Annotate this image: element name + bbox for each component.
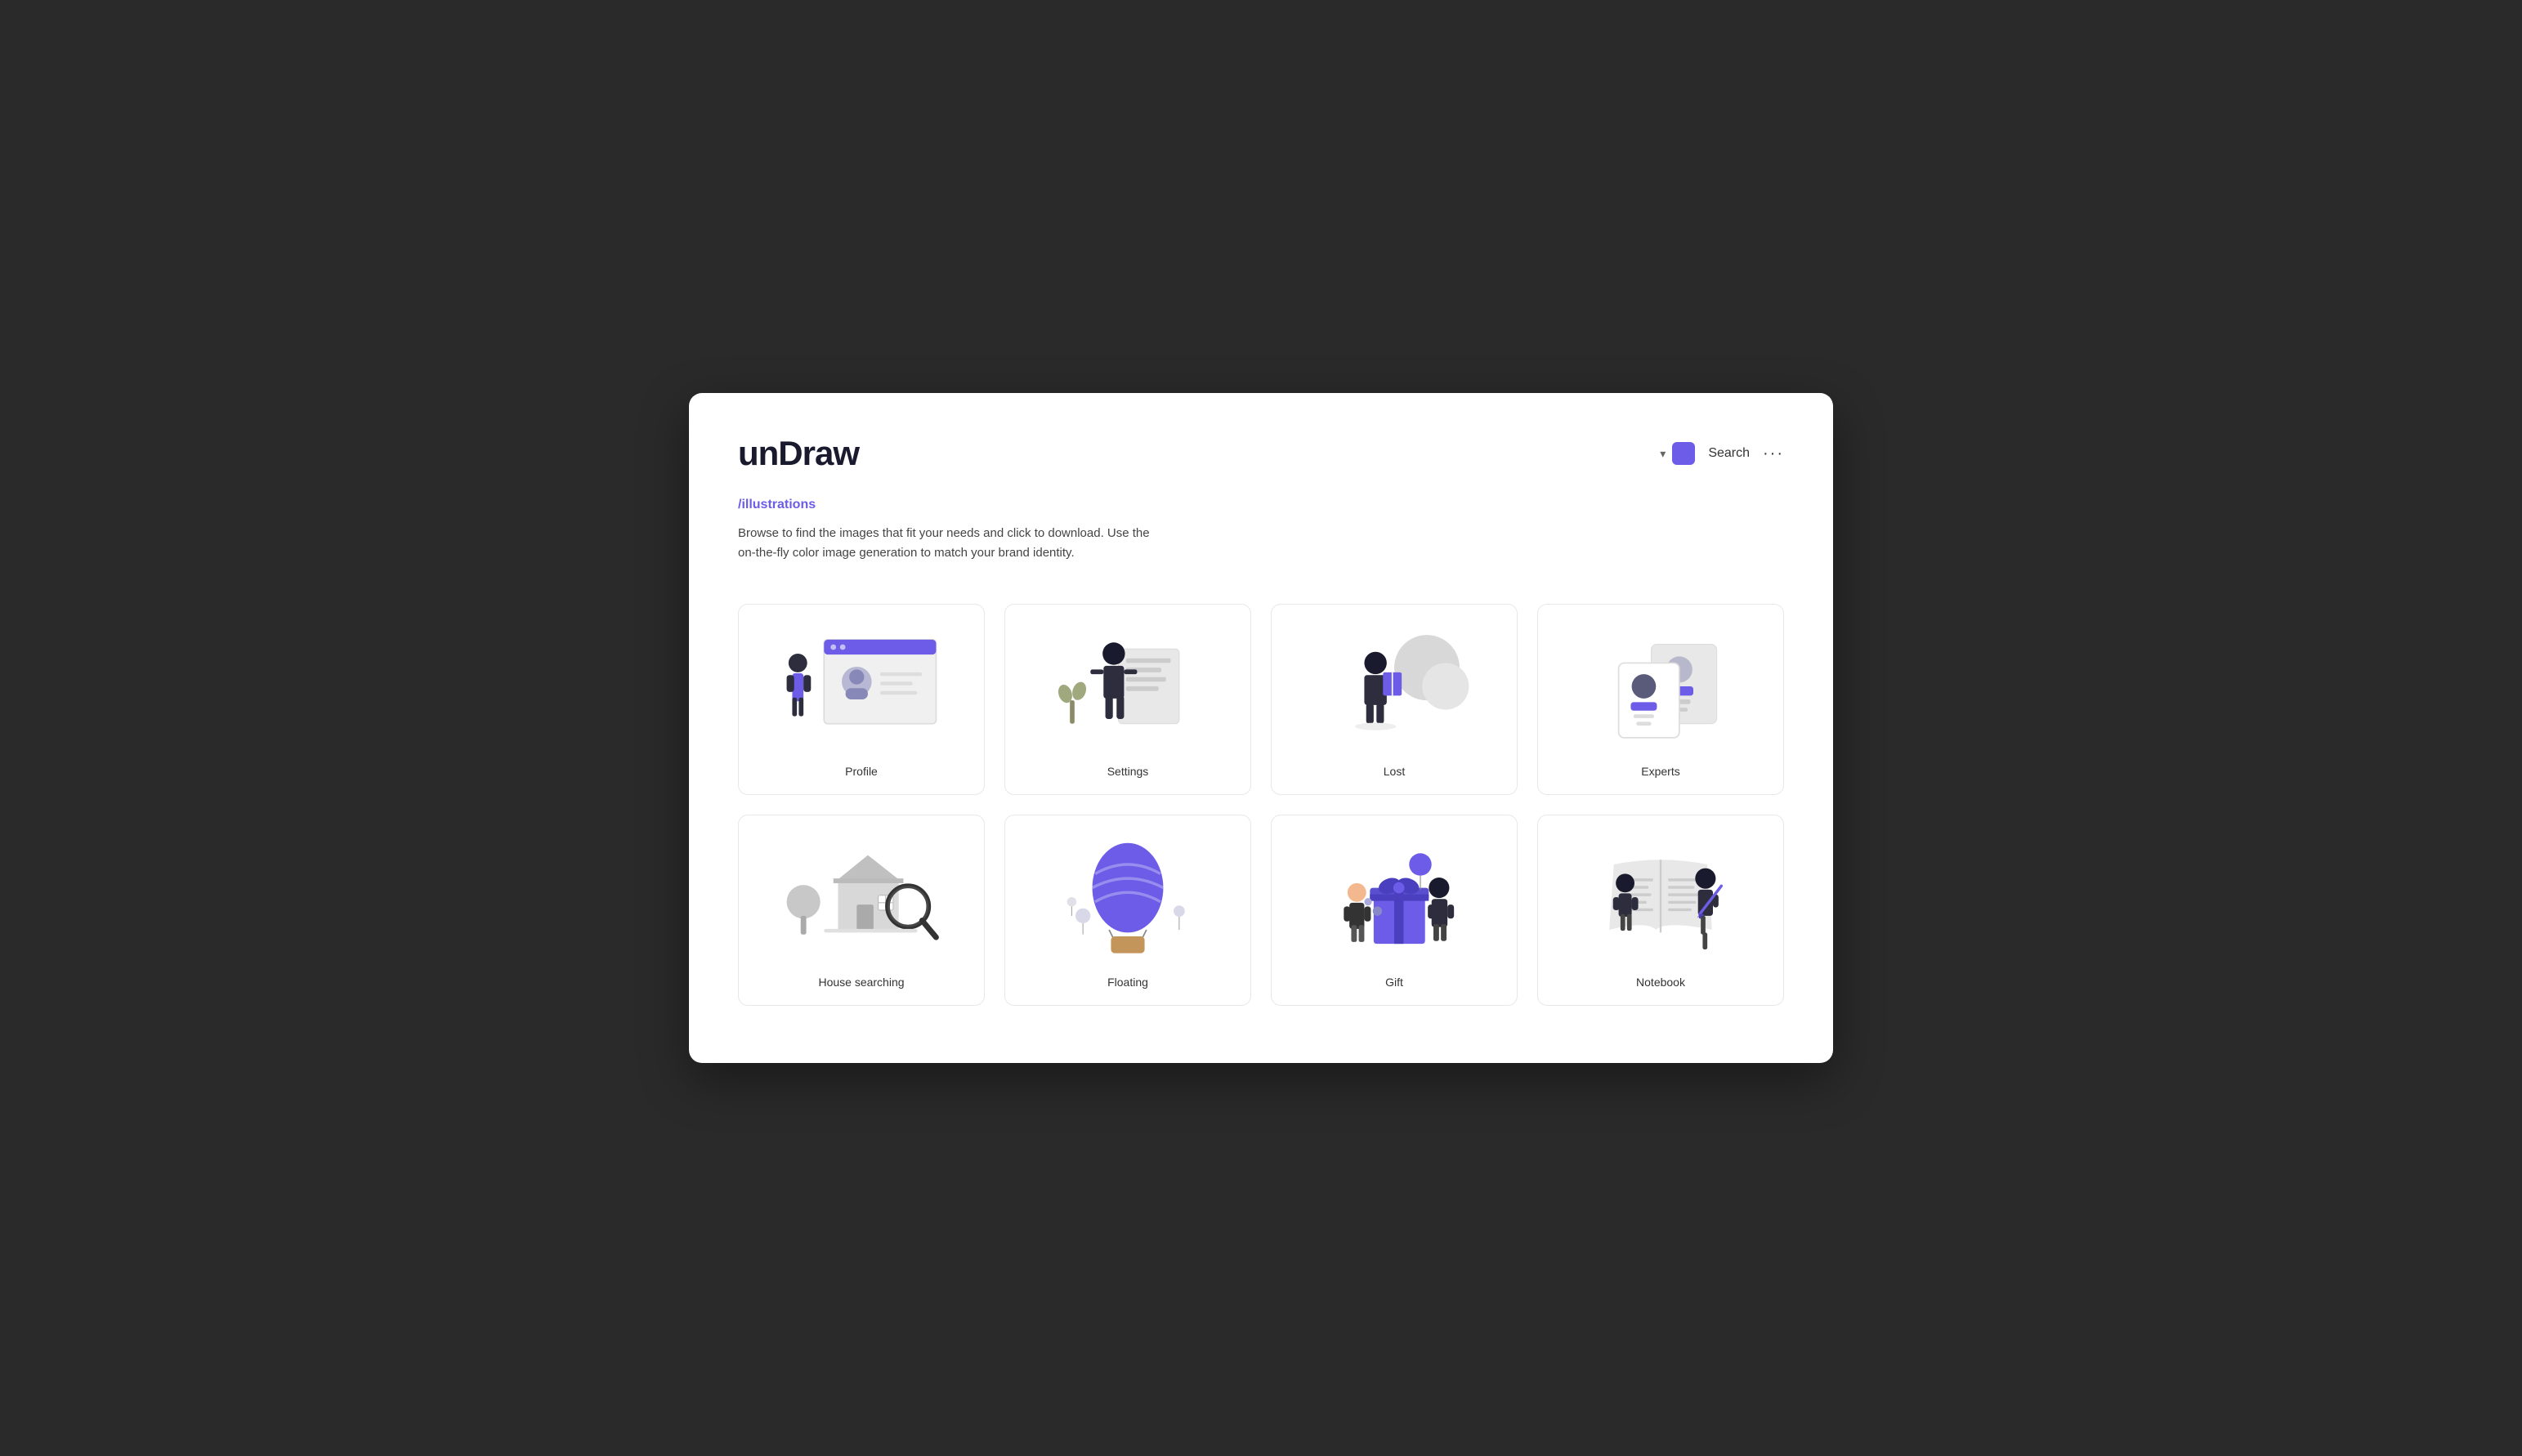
card-floating[interactable]: Floating	[1004, 815, 1251, 1006]
header: unDraw ▾ Search ···	[738, 434, 1784, 473]
chevron-down-icon[interactable]: ▾	[1660, 447, 1666, 461]
card-label-house-searching: House searching	[818, 976, 904, 989]
illustration-profile	[755, 621, 968, 752]
breadcrumb[interactable]: /illustrations	[738, 498, 1784, 512]
card-label-profile: Profile	[845, 765, 878, 778]
illustration-gift	[1288, 832, 1500, 962]
illustration-settings	[1022, 621, 1234, 752]
illustration-lost	[1288, 621, 1500, 752]
card-label-notebook: Notebook	[1636, 976, 1685, 989]
search-button[interactable]: Search	[1708, 446, 1750, 461]
card-profile[interactable]: Profile	[738, 604, 985, 795]
card-label-floating: Floating	[1107, 976, 1148, 989]
card-house-searching[interactable]: House searching	[738, 815, 985, 1006]
illustrations-grid: Profile	[738, 604, 1784, 1006]
card-label-lost: Lost	[1384, 765, 1405, 778]
color-swatch[interactable]	[1672, 442, 1695, 465]
card-label-gift: Gift	[1385, 976, 1403, 989]
card-notebook[interactable]: Notebook	[1537, 815, 1784, 1006]
illustration-experts	[1554, 621, 1767, 752]
main-window: unDraw ▾ Search ··· /illustrations Brows…	[689, 393, 1833, 1063]
description: Browse to find the images that fit your …	[738, 524, 1163, 563]
illustration-house-searching	[755, 832, 968, 962]
color-picker-wrapper: ▾	[1660, 442, 1695, 465]
card-experts[interactable]: Experts	[1537, 604, 1784, 795]
card-label-settings: Settings	[1107, 765, 1149, 778]
illustration-floating	[1022, 832, 1234, 962]
header-right: ▾ Search ···	[1660, 442, 1784, 465]
illustration-notebook	[1554, 832, 1767, 962]
logo: unDraw	[738, 434, 859, 473]
card-gift[interactable]: Gift	[1271, 815, 1518, 1006]
card-settings[interactable]: Settings	[1004, 604, 1251, 795]
more-options-button[interactable]: ···	[1763, 444, 1784, 463]
card-lost[interactable]: Lost	[1271, 604, 1518, 795]
card-label-experts: Experts	[1641, 765, 1679, 778]
